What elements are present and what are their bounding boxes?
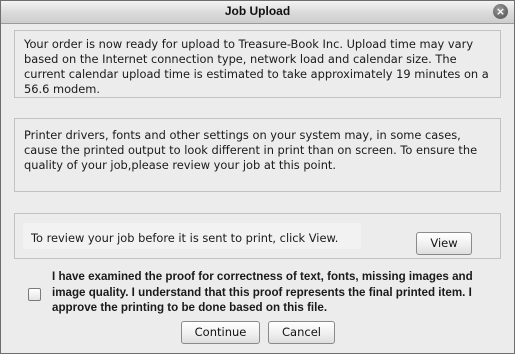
view-button[interactable]: View xyxy=(416,232,472,255)
upload-info-text: Your order is now ready for upload to Tr… xyxy=(24,37,489,96)
approval-text: I have examined the proof for correctnes… xyxy=(52,270,473,314)
dialog-title: Job Upload xyxy=(224,4,291,18)
review-instruction-text: To review your job before it is sent to … xyxy=(31,231,339,245)
upload-info-panel: Your order is now ready for upload to Tr… xyxy=(14,30,501,98)
approval-checkbox[interactable] xyxy=(28,288,41,301)
continue-button[interactable]: Continue xyxy=(181,321,260,344)
printer-notice-text: Printer drivers, fonts and other setting… xyxy=(24,128,478,172)
printer-notice-panel: Printer drivers, fonts and other setting… xyxy=(14,118,501,192)
review-panel: To review your job before it is sent to … xyxy=(14,213,501,259)
job-upload-dialog: Job Upload × Your order is now ready for… xyxy=(0,0,515,354)
title-bar[interactable]: Job Upload × xyxy=(1,1,514,24)
close-icon[interactable]: × xyxy=(493,4,508,19)
cancel-button[interactable]: Cancel xyxy=(268,321,335,344)
